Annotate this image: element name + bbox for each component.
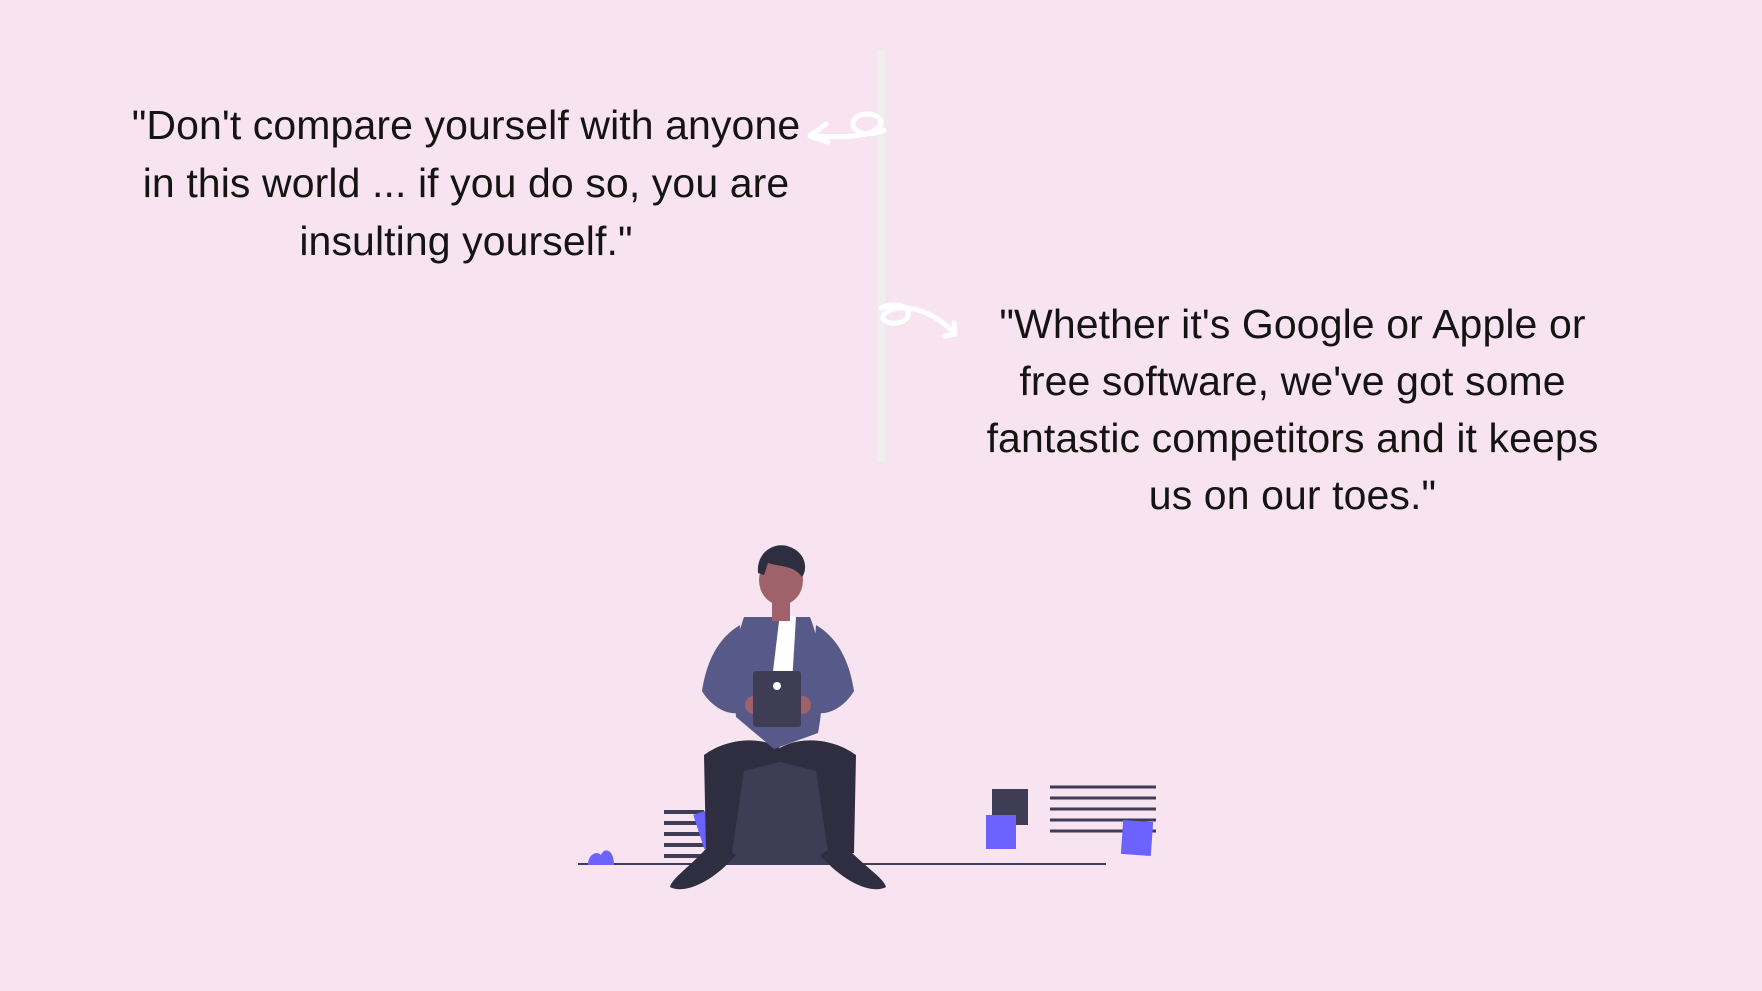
right-document-icon	[1050, 785, 1156, 857]
right-squares-icon	[986, 789, 1028, 849]
left-quote-text: "Don't compare yourself with anyone in t…	[131, 102, 801, 264]
curved-arrow-right-icon	[878, 302, 958, 339]
curved-arrow-left-icon	[807, 111, 887, 145]
tablet	[753, 671, 801, 727]
tablet-camera	[773, 682, 781, 690]
small-blob-icon	[588, 850, 614, 865]
quote-slide: "Don't compare yourself with anyone in t…	[0, 0, 1762, 991]
right-quote-text: "Whether it's Google or Apple or free so…	[986, 301, 1599, 518]
person-with-tablet-illustration	[578, 545, 1156, 890]
